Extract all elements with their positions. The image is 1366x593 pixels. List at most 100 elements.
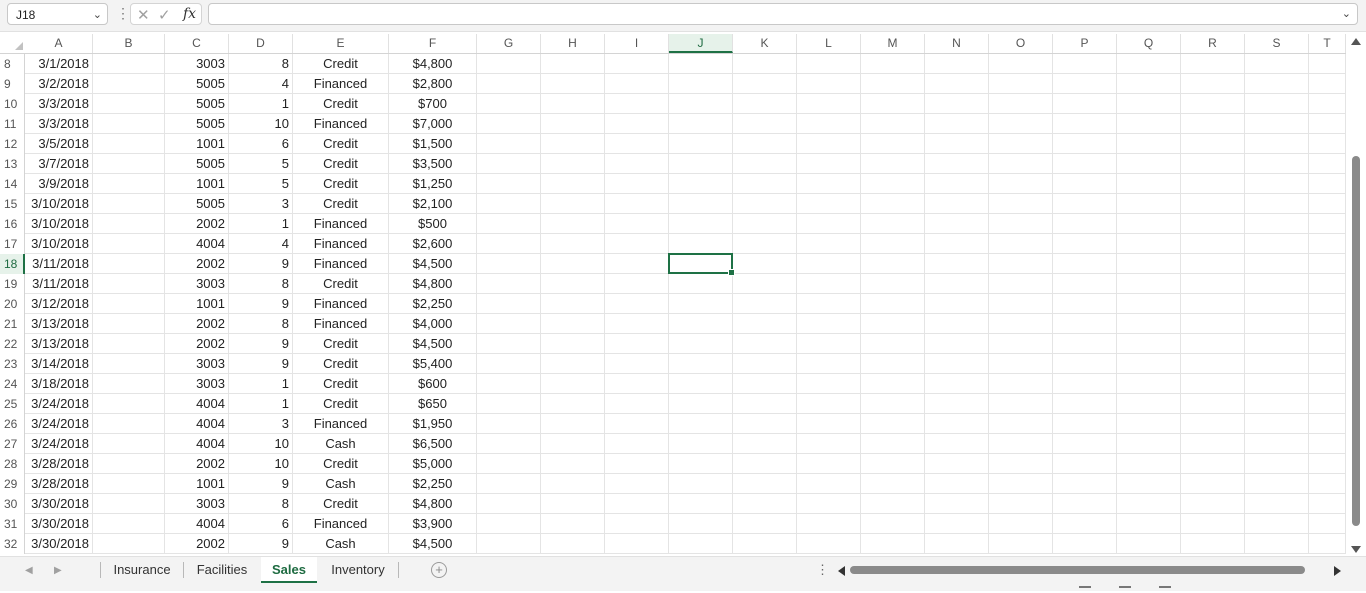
cell[interactable] — [1053, 234, 1117, 254]
cell-amount[interactable]: $1,950 — [389, 414, 477, 434]
cell-amount[interactable]: $1,250 — [389, 174, 477, 194]
cell[interactable] — [925, 194, 989, 214]
cell-payment[interactable]: Credit — [293, 274, 389, 294]
column-header-p[interactable]: P — [1053, 34, 1117, 53]
cell[interactable] — [1181, 154, 1245, 174]
cell[interactable] — [1053, 74, 1117, 94]
cell[interactable] — [1245, 94, 1309, 114]
cell-date[interactable]: 3/14/2018 — [25, 354, 93, 374]
cell[interactable] — [1309, 354, 1346, 374]
cell-code[interactable]: 2002 — [165, 334, 229, 354]
cell[interactable] — [669, 374, 733, 394]
cell[interactable] — [541, 214, 605, 234]
cell[interactable] — [925, 314, 989, 334]
cell[interactable] — [733, 214, 797, 234]
row-header[interactable]: 31 — [0, 514, 25, 534]
cell-qty[interactable]: 4 — [229, 234, 293, 254]
cell[interactable] — [797, 434, 861, 454]
worksheet-grid[interactable]: ABCDEFGHIJKLMNOPQRST 8 3/1/2018 3003 8 Credi… — [0, 34, 1346, 556]
cell[interactable] — [1181, 54, 1245, 74]
cell-payment[interactable]: Cash — [293, 474, 389, 494]
cell[interactable] — [1309, 134, 1346, 154]
cell-code[interactable]: 3003 — [165, 374, 229, 394]
cell[interactable] — [861, 154, 925, 174]
cell[interactable] — [541, 134, 605, 154]
cell[interactable] — [669, 154, 733, 174]
cell[interactable] — [1245, 194, 1309, 214]
fill-handle[interactable] — [728, 269, 735, 276]
cell[interactable] — [1053, 254, 1117, 274]
cell[interactable] — [1117, 54, 1181, 74]
cell[interactable] — [477, 134, 541, 154]
cell[interactable] — [1053, 114, 1117, 134]
cell[interactable] — [669, 274, 733, 294]
cell[interactable] — [797, 294, 861, 314]
cell[interactable] — [989, 514, 1053, 534]
cell[interactable] — [1117, 154, 1181, 174]
scroll-down-arrow-icon[interactable] — [1351, 546, 1361, 553]
cell[interactable] — [989, 354, 1053, 374]
cell-payment[interactable]: Cash — [293, 434, 389, 454]
cell[interactable] — [733, 354, 797, 374]
cell-payment[interactable]: Credit — [293, 54, 389, 74]
cell[interactable] — [669, 454, 733, 474]
cell[interactable] — [925, 74, 989, 94]
cell-code[interactable]: 3003 — [165, 54, 229, 74]
cell[interactable] — [989, 214, 1053, 234]
cell[interactable] — [861, 354, 925, 374]
cell-payment[interactable]: Financed — [293, 254, 389, 274]
cell[interactable] — [1309, 194, 1346, 214]
cell[interactable] — [669, 234, 733, 254]
column-header-b[interactable]: B — [93, 34, 165, 53]
cell[interactable] — [477, 314, 541, 334]
cell-payment[interactable]: Cash — [293, 534, 389, 554]
cell[interactable] — [989, 334, 1053, 354]
cell[interactable] — [733, 474, 797, 494]
cell-payment[interactable]: Credit — [293, 454, 389, 474]
cell-payment[interactable]: Credit — [293, 494, 389, 514]
cell[interactable] — [541, 394, 605, 414]
cell[interactable] — [93, 74, 165, 94]
cell-amount[interactable]: $4,500 — [389, 334, 477, 354]
tab-split-handle-icon[interactable]: ⋮ — [816, 562, 829, 578]
column-header-m[interactable]: M — [861, 34, 925, 53]
sheet-tab-insurance[interactable]: Insurance — [101, 557, 183, 583]
cell[interactable] — [93, 534, 165, 554]
cell[interactable] — [989, 274, 1053, 294]
cell[interactable] — [1117, 334, 1181, 354]
cell[interactable] — [925, 54, 989, 74]
cell[interactable] — [861, 94, 925, 114]
cell[interactable] — [1117, 434, 1181, 454]
row-header[interactable]: 25 — [0, 394, 25, 414]
cell[interactable] — [605, 394, 669, 414]
cell[interactable] — [925, 334, 989, 354]
cell[interactable] — [1117, 534, 1181, 554]
cell-date[interactable]: 3/1/2018 — [25, 54, 93, 74]
cell[interactable] — [989, 194, 1053, 214]
cell-amount[interactable]: $4,500 — [389, 254, 477, 274]
cell[interactable] — [669, 114, 733, 134]
cell[interactable] — [93, 354, 165, 374]
cell[interactable] — [1181, 114, 1245, 134]
cell[interactable] — [1245, 454, 1309, 474]
cell[interactable] — [477, 294, 541, 314]
cell[interactable] — [669, 394, 733, 414]
cell-date[interactable]: 3/30/2018 — [25, 494, 93, 514]
cell[interactable] — [989, 114, 1053, 134]
cell[interactable] — [733, 334, 797, 354]
cell-amount[interactable]: $600 — [389, 374, 477, 394]
cell-payment[interactable]: Credit — [293, 194, 389, 214]
cell-date[interactable]: 3/28/2018 — [25, 454, 93, 474]
cell[interactable] — [93, 134, 165, 154]
cell[interactable] — [541, 94, 605, 114]
cell[interactable] — [733, 54, 797, 74]
cell[interactable] — [989, 494, 1053, 514]
cell[interactable] — [93, 414, 165, 434]
cell[interactable] — [1309, 294, 1346, 314]
cell[interactable] — [989, 94, 1053, 114]
row-header[interactable]: 10 — [0, 94, 25, 114]
cell-payment[interactable]: Financed — [293, 74, 389, 94]
cell[interactable] — [797, 234, 861, 254]
cell[interactable] — [669, 494, 733, 514]
cell[interactable] — [1309, 274, 1346, 294]
